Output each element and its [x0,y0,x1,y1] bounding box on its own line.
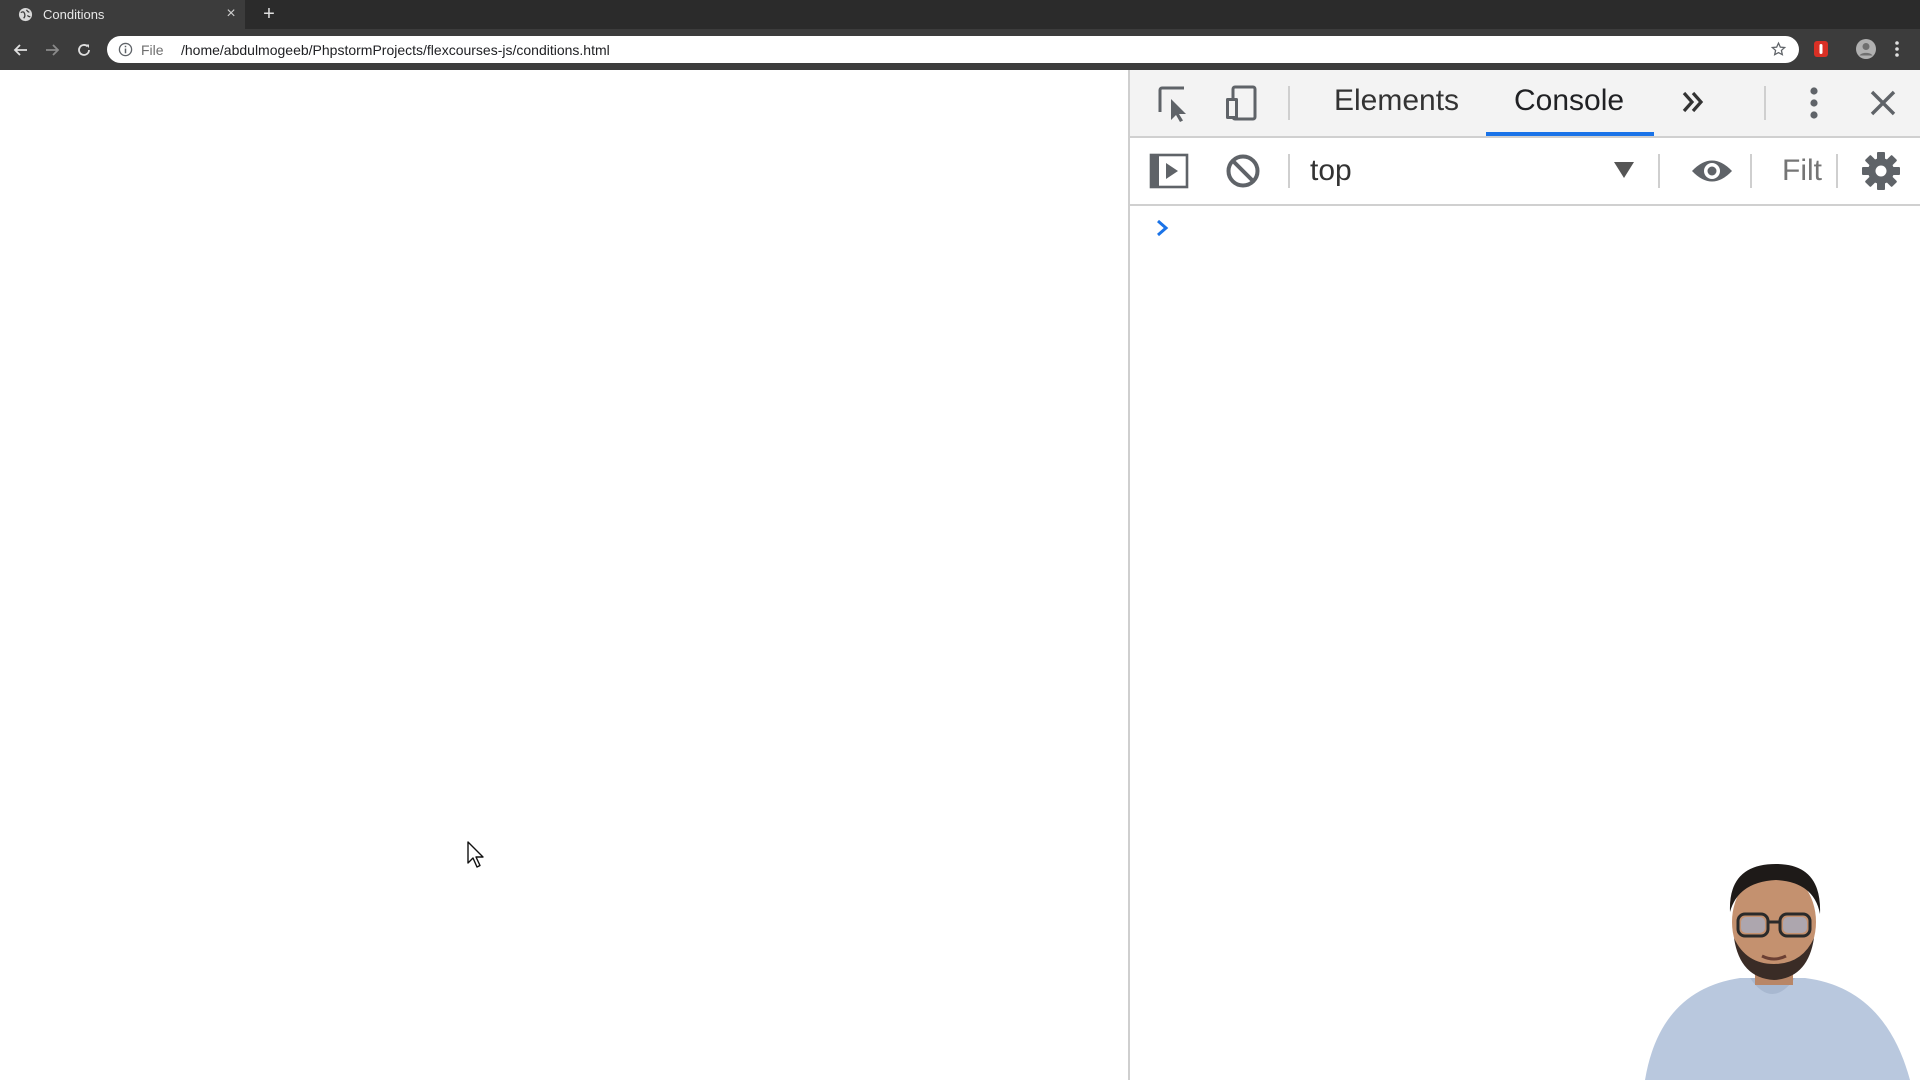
back-button[interactable] [8,37,34,63]
close-devtools-button[interactable] [1864,84,1902,122]
tab-elements[interactable]: Elements [1334,84,1459,118]
block-icon [1226,154,1260,188]
devtools-menu-button[interactable] [1802,82,1826,124]
close-icon [1870,90,1896,116]
gear-icon [1862,152,1900,190]
more-tabs-button[interactable] [1675,84,1711,120]
browser-toolbar: File /home/abdulmogeeb/PhpstormProjects/… [0,29,1920,70]
reload-icon [78,44,90,56]
tab-console[interactable]: Console [1514,84,1624,118]
double-chevron-right-icon [1682,91,1704,113]
context-selector-value: top [1310,154,1352,187]
url-scheme-label: File [141,42,164,58]
devtools-tab-bar: Elements Console [1130,70,1920,138]
url-text[interactable]: /home/abdulmogeeb/PhpstormProjects/flexc… [181,42,610,58]
dropdown-arrow-icon [1614,162,1634,178]
info-icon[interactable] [118,42,133,57]
inspect-element-button[interactable] [1154,82,1196,124]
extension-icon[interactable] [1811,39,1831,59]
close-tab-icon[interactable]: × [224,5,238,23]
sidebar-play-icon [1149,153,1189,189]
console-toolbar: top [1130,138,1920,206]
arrow-right-icon [46,44,60,56]
mouse-cursor-icon [467,841,484,868]
toolbar-divider [1836,154,1838,188]
console-filter-input[interactable] [1770,148,1842,194]
browser-menu-icon[interactable] [1892,38,1902,60]
arrow-left-icon [13,44,27,56]
device-mode-icon [1226,85,1257,121]
chevron-right-icon [1157,219,1169,237]
bookmark-star-icon[interactable] [1770,41,1787,58]
globe-icon [18,7,33,22]
toolbar-divider [1764,86,1766,120]
active-tab-indicator [1486,132,1654,136]
reload-button[interactable] [71,37,97,63]
presenter-webcam-overlay [1645,864,1910,1080]
device-toolbar-button[interactable] [1220,82,1262,124]
console-settings-button[interactable] [1858,148,1904,194]
new-tab-button[interactable]: + [259,4,279,24]
address-bar[interactable]: File /home/abdulmogeeb/PhpstormProjects/… [107,36,1799,63]
live-expression-button[interactable] [1690,150,1734,192]
toolbar-divider [1288,154,1290,188]
toggle-sidebar-button[interactable] [1148,150,1190,192]
toolbar-divider [1288,86,1290,120]
clear-console-button[interactable] [1222,150,1264,192]
profile-avatar-icon[interactable] [1855,38,1877,60]
kebab-menu-icon [1810,87,1818,119]
inspect-cursor-icon [1158,86,1186,122]
browser-tab-strip: Conditions × + [0,0,1920,29]
toolbar-divider [1658,154,1660,188]
console-prompt[interactable] [1130,206,1920,246]
toolbar-divider [1750,154,1752,188]
eye-icon [1692,160,1732,182]
browser-tab[interactable]: Conditions × [0,0,245,29]
page-viewport[interactable] [0,70,1128,1080]
tab-title: Conditions [43,7,105,22]
forward-button[interactable] [39,37,65,63]
